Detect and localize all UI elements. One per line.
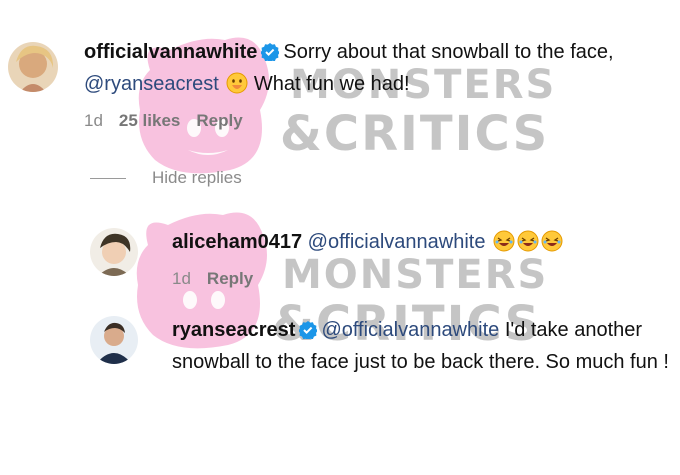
comment-meta: 1d 25 likes Reply (84, 111, 674, 131)
comment-likes[interactable]: 25 likes (119, 111, 180, 131)
avatar[interactable] (90, 228, 138, 276)
reply-text: ryanseacrest @officialvannawhite I'd take… (172, 316, 672, 377)
reply-text: aliceham0417 @officialvannawhite (172, 228, 672, 261)
face-with-hand-over-mouth-emoji (226, 72, 248, 103)
reply-username[interactable]: ryanseacrest (172, 319, 295, 341)
verified-badge-icon (260, 41, 281, 70)
comment-time: 1d (84, 111, 103, 130)
divider (90, 177, 126, 179)
hide-replies-button[interactable]: Hide replies (90, 168, 242, 188)
reply-mention[interactable]: @officialvannawhite (308, 231, 486, 253)
verified-badge-icon (298, 319, 319, 348)
reply-comment: aliceham0417 @officialvannawhite 1d Repl… (90, 228, 672, 289)
reply-meta: 1d Reply (172, 269, 672, 289)
comment: officialvannawhite Sorry about that snowb… (8, 38, 674, 131)
hide-replies-label: Hide replies (152, 168, 242, 187)
reply-username[interactable]: aliceham0417 (172, 231, 302, 253)
reply-button[interactable]: Reply (196, 111, 242, 131)
laughing-emoji (493, 230, 515, 261)
reply-button[interactable]: Reply (207, 269, 253, 289)
comment-mention[interactable]: @ryanseacrest (84, 73, 219, 95)
avatar[interactable] (8, 42, 58, 92)
reply-mention[interactable]: @officialvannawhite (321, 319, 499, 341)
comment-text-after: What fun we had! (253, 73, 410, 95)
reply-time: 1d (172, 269, 191, 288)
laughing-emoji (517, 230, 539, 261)
reply-comment: ryanseacrest @officialvannawhite I'd take… (90, 316, 672, 377)
comment-username[interactable]: officialvannawhite (84, 41, 257, 63)
comment-text-before: Sorry about that snowball to the face, (283, 41, 614, 63)
comment-text: officialvannawhite Sorry about that snowb… (84, 38, 674, 103)
avatar[interactable] (90, 316, 138, 364)
laughing-emoji (541, 230, 563, 261)
